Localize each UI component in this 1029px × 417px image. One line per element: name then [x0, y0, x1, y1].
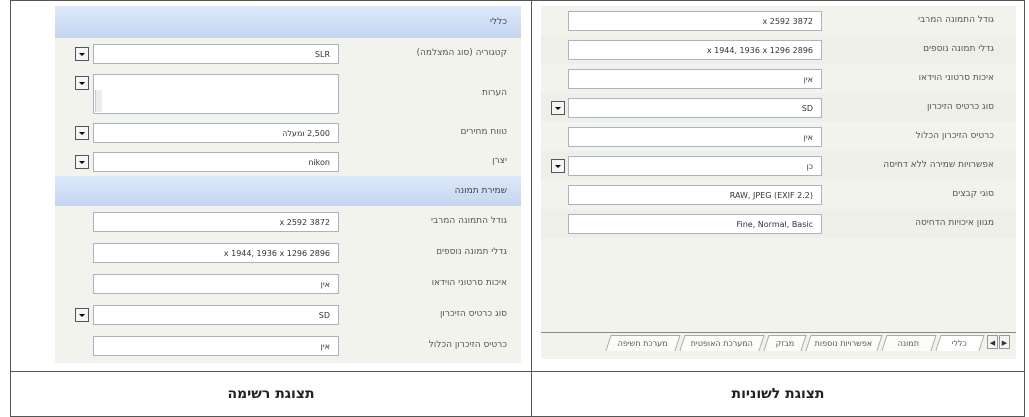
- property-label: איכות סרטוני הוידאו: [918, 73, 994, 83]
- tab-list: כללי תמונה אפשרויות נוספות מבזק המערכת האופט…: [541, 335, 1016, 353]
- property-label: כרטיס הזיכרון הכלול: [915, 131, 994, 141]
- property-row: יצרן nikon: [55, 148, 521, 176]
- property-row: סוג כרטיס הזיכרון SD: [55, 299, 521, 330]
- property-row: סוג כרטיס הזיכרון SD: [541, 93, 1016, 122]
- property-row: גודל התמונה המרבי x 2592 3872: [55, 206, 521, 237]
- property-label: כרטיס הזיכרון הכלול: [428, 340, 507, 350]
- dropdown-arrow-icon[interactable]: [75, 47, 89, 61]
- property-row: מגוון איכויות הדחיסה Fine, Normal, Basic: [541, 209, 1016, 238]
- tab-5[interactable]: מערכת חשיפה: [605, 335, 681, 351]
- property-select[interactable]: SD: [568, 98, 822, 118]
- property-input[interactable]: x 1944, 1936 x 1296 2896: [93, 243, 339, 263]
- property-input[interactable]: אין: [93, 336, 339, 356]
- tab-1[interactable]: תמונה: [881, 335, 937, 351]
- tab-scroll-right-icon[interactable]: ▶: [999, 335, 1010, 349]
- property-input[interactable]: Fine, Normal, Basic: [568, 214, 822, 234]
- dropdown-arrow-icon[interactable]: [551, 101, 565, 115]
- property-select[interactable]: [93, 74, 339, 114]
- property-row: אפשרויות שמירה ללא דחיסה כן: [541, 151, 1016, 180]
- property-row: קטגוריה (סוג המצלמה) SLR: [55, 38, 521, 70]
- property-row: גדלי תמונה נוספים x 1944, 1936 x 1296 289…: [541, 35, 1016, 64]
- property-input[interactable]: x 2592 3872: [568, 11, 822, 31]
- property-label: גודל התמונה המרבי: [430, 216, 507, 226]
- property-label: גדלי תמונה נוספים: [436, 247, 507, 257]
- tab-label: כללי: [952, 339, 968, 348]
- dropdown-arrow-icon[interactable]: [75, 76, 89, 90]
- tab-label: אפשרויות נוספות: [814, 339, 873, 348]
- dropdown-arrow-icon[interactable]: [551, 159, 565, 173]
- property-label: גדלי תמונה נוספים: [923, 44, 994, 54]
- property-label: אפשרויות שמירה ללא דחיסה: [883, 160, 994, 170]
- property-input[interactable]: (RAW, JPEG (EXIF 2.2: [568, 185, 822, 205]
- tab-scroll-left-icon[interactable]: ◀: [987, 335, 998, 349]
- tab-2[interactable]: אפשרויות נוספות: [805, 335, 883, 351]
- notes-scrollbar[interactable]: [95, 90, 102, 112]
- property-label: איכות סרטוני הוידאו: [431, 278, 507, 288]
- property-row: הערות: [55, 70, 521, 118]
- dropdown-arrow-icon[interactable]: [75, 308, 89, 322]
- tab-3[interactable]: מבזק: [763, 335, 807, 351]
- property-row: טווח מחירים 2,500 ומעלה: [55, 118, 521, 148]
- property-input[interactable]: אין: [93, 274, 339, 294]
- tab-label: מערכת חשיפה: [617, 339, 668, 348]
- property-row: איכות סרטוני הוידאו אין: [541, 64, 1016, 93]
- property-label: יצרן: [492, 156, 507, 166]
- image-section-header[interactable]: שמירת תמונה: [55, 176, 521, 206]
- list-view-frame: כללי קטגוריה (סוג המצלמה) SLR הערות טווח מח…: [10, 0, 532, 372]
- property-input[interactable]: אין: [568, 69, 822, 89]
- property-input[interactable]: x 1944, 1936 x 1296 2896: [568, 40, 822, 60]
- property-select[interactable]: SD: [93, 305, 339, 325]
- property-select[interactable]: כן: [568, 156, 822, 176]
- tab-label: מבזק: [775, 339, 794, 348]
- property-row: כרטיס הזיכרון הכלול אין: [541, 122, 1016, 151]
- tab-label: המערכת האופטית: [690, 339, 753, 348]
- property-row: גדלי תמונה נוספים x 1944, 1936 x 1296 289…: [55, 237, 521, 268]
- tab-view-panel: גודל התמונה המרבי x 2592 3872 גדלי תמונה נ…: [541, 6, 1016, 359]
- general-section-header[interactable]: כללי: [55, 6, 521, 38]
- property-input[interactable]: אין: [568, 127, 822, 147]
- tab-4[interactable]: המערכת האופטית: [679, 335, 765, 351]
- property-row: סוגי קבצים (RAW, JPEG (EXIF 2.2: [541, 180, 1016, 209]
- property-label: טווח מחירים: [460, 127, 507, 137]
- tab-label: תמונה: [898, 339, 920, 348]
- tab-view-caption: תצוגת לשוניות: [531, 371, 1025, 417]
- tab-0[interactable]: כללי: [935, 335, 985, 351]
- property-row: גודל התמונה המרבי x 2592 3872: [541, 6, 1016, 35]
- dropdown-arrow-icon[interactable]: [75, 126, 89, 140]
- property-label: קטגוריה (סוג המצלמה): [416, 48, 507, 58]
- property-label: סוג כרטיס הזיכרון: [439, 309, 507, 319]
- property-select[interactable]: nikon: [93, 152, 339, 172]
- tab-strip: כללי תמונה אפשרויות נוספות מבזק המערכת האופט…: [541, 332, 1016, 353]
- property-label: הערות: [482, 88, 507, 98]
- property-select[interactable]: 2,500 ומעלה: [93, 123, 339, 143]
- property-row: איכות סרטוני הוידאו אין: [55, 268, 521, 299]
- property-label: מגוון איכויות הדחיסה: [915, 218, 994, 228]
- property-input[interactable]: x 2592 3872: [93, 212, 339, 232]
- property-label: גודל התמונה המרבי: [917, 15, 994, 25]
- property-label: סוגי קבצים: [952, 189, 994, 199]
- property-select[interactable]: SLR: [93, 44, 339, 64]
- property-label: סוג כרטיס הזיכרון: [926, 102, 994, 112]
- tab-view-frame: גודל התמונה המרבי x 2592 3872 גדלי תמונה נ…: [531, 0, 1025, 372]
- list-view-panel: כללי קטגוריה (סוג המצלמה) SLR הערות טווח מח…: [55, 6, 521, 363]
- property-row: כרטיס הזיכרון הכלול אין: [55, 330, 521, 361]
- dropdown-arrow-icon[interactable]: [75, 155, 89, 169]
- list-view-caption: תצוגת רשימה: [10, 371, 532, 417]
